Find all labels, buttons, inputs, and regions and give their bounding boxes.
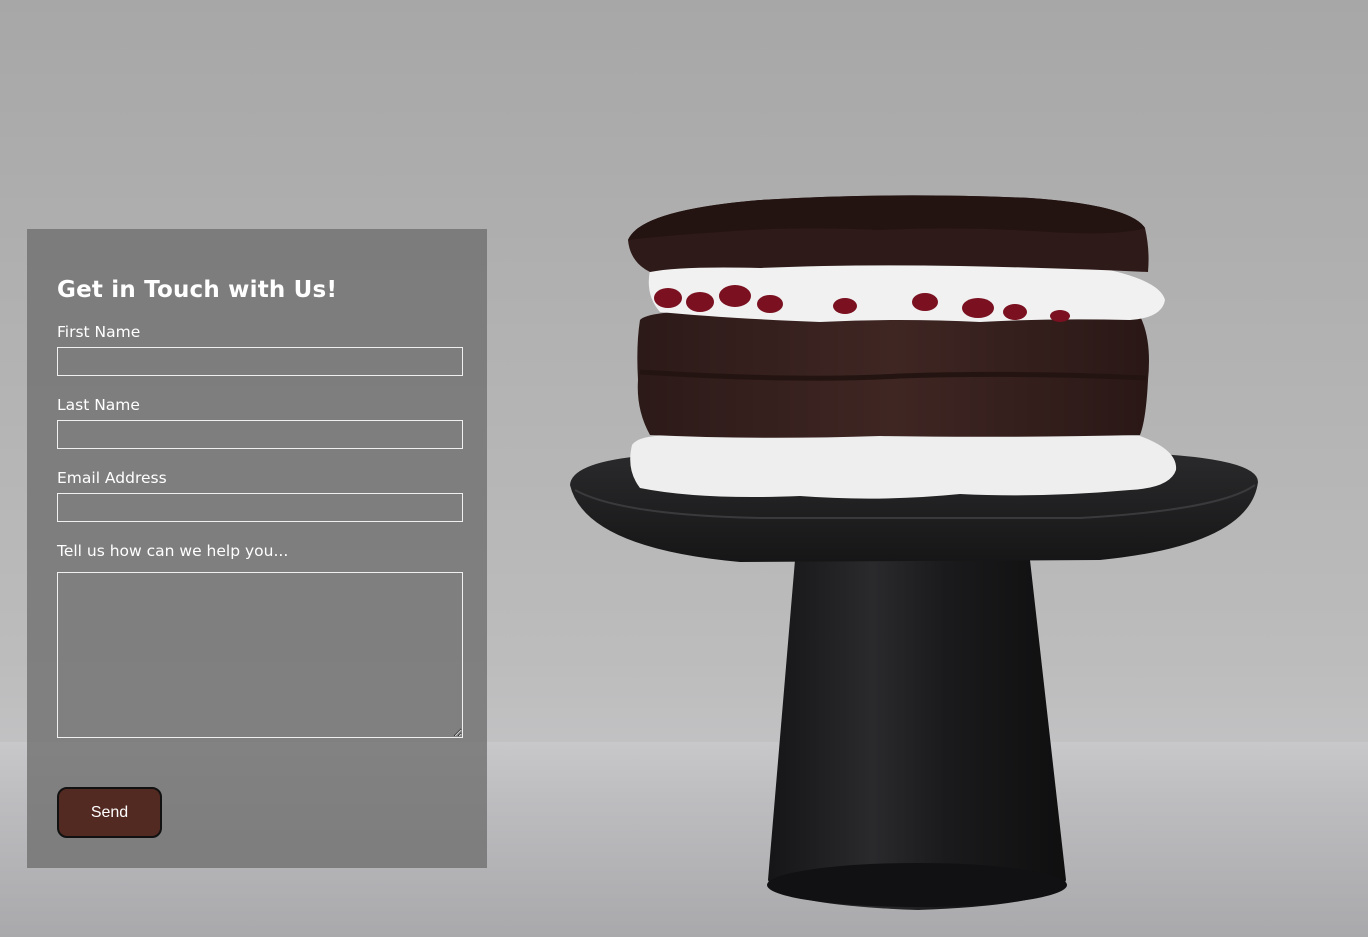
- last-name-label: Last Name: [57, 396, 140, 414]
- first-name-label: First Name: [57, 323, 141, 341]
- message-textarea[interactable]: [57, 572, 463, 738]
- last-name-input[interactable]: [57, 420, 463, 449]
- form-title: Get in Touch with Us!: [57, 277, 338, 303]
- send-button[interactable]: Send: [57, 787, 162, 838]
- contact-form-panel: Get in Touch with Us! First Name Last Na…: [27, 229, 487, 868]
- email-input[interactable]: [57, 493, 463, 522]
- message-label: Tell us how can we help you...: [57, 542, 289, 560]
- email-label: Email Address: [57, 469, 167, 487]
- first-name-input[interactable]: [57, 347, 463, 376]
